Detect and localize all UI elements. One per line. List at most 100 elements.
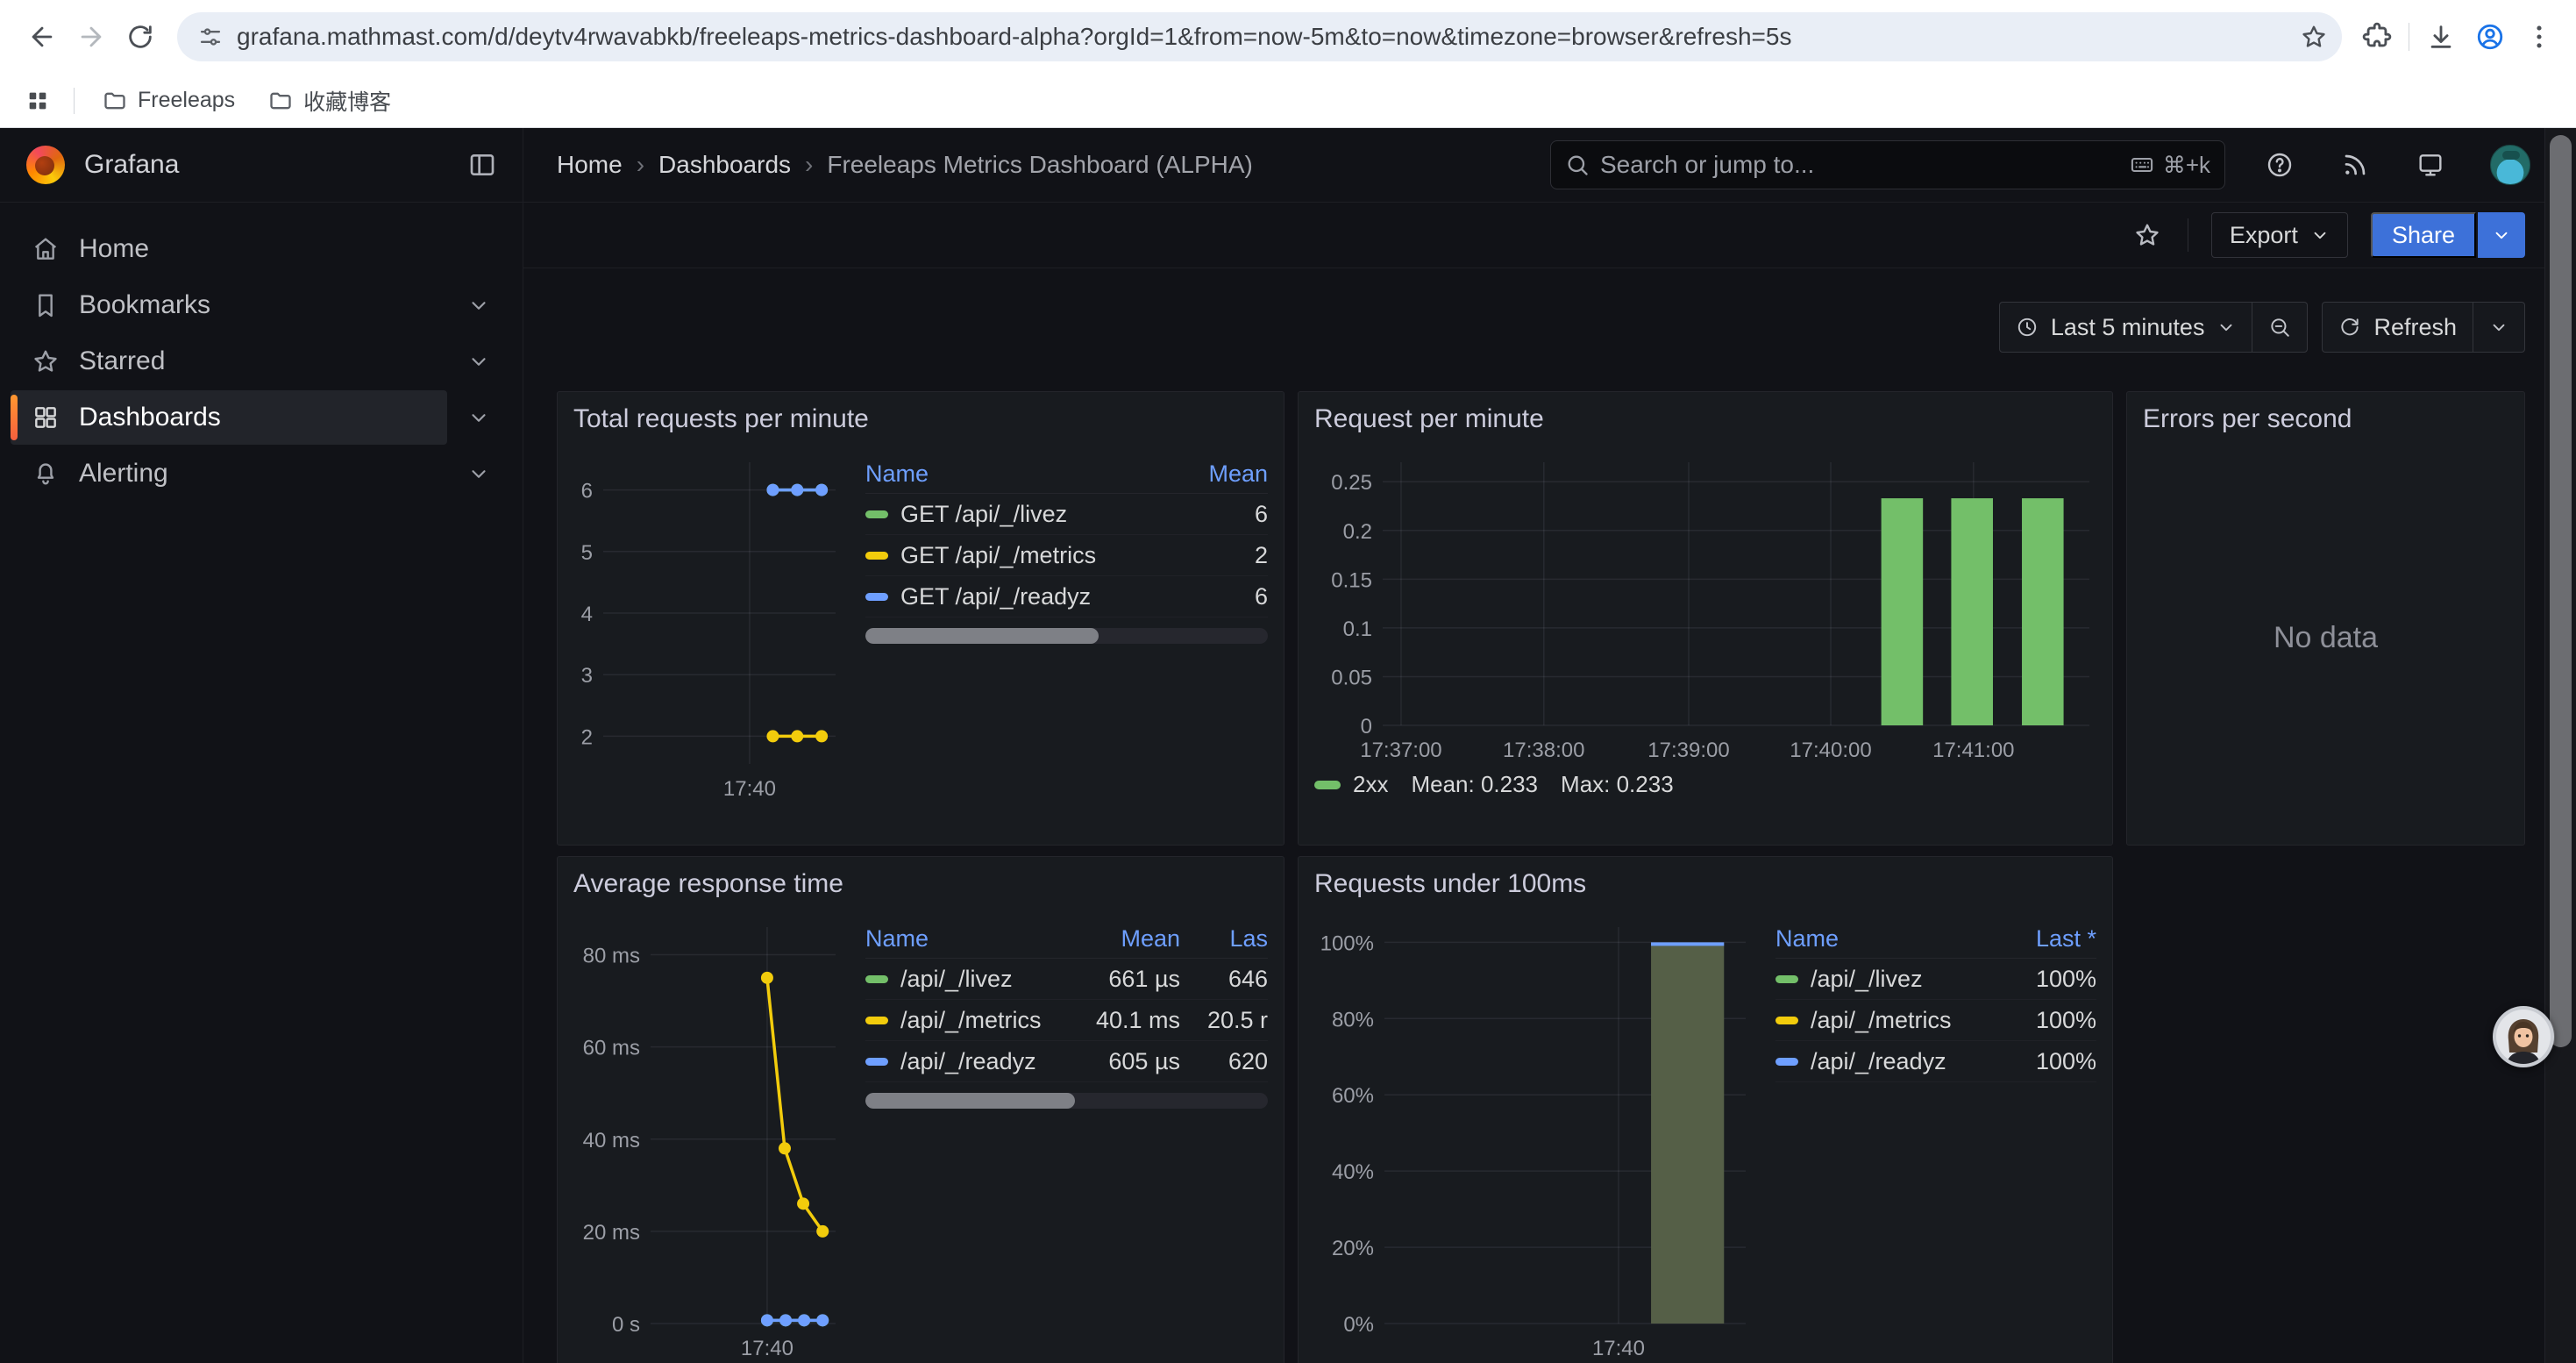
legend-column-header[interactable]: Name [1775,925,1987,953]
extensions-icon[interactable] [2352,12,2402,61]
legend-table-scrollbar[interactable] [865,628,1268,644]
help-icon[interactable] [2264,149,2295,181]
breadcrumb-dashboards[interactable]: Dashboards [658,151,791,179]
panel-title[interactable]: Request per minute [1314,404,2096,443]
legend-table-row: GET /api/_/readyz6 [865,576,1268,617]
page-scrollbar[interactable] [2544,128,2576,1363]
legend-column-header[interactable]: Last * [1987,925,2096,953]
series-value: 661 µs [1049,966,1180,993]
legend-column-header[interactable]: Las [1180,925,1268,953]
sidebar-item-bookmarks[interactable]: Bookmarks [11,278,447,332]
panel-average-response-time: Average response time 80 ms60 ms40 ms20 … [557,856,1284,1363]
legend-table: NameMeanLas/api/_/livez661 µs646/api/_/m… [865,920,1268,1363]
user-avatar[interactable] [2490,145,2530,185]
back-icon[interactable] [18,12,67,61]
assistant-avatar-button[interactable] [2492,1005,2555,1068]
series-name[interactable]: GET /api/_/metrics [865,542,1189,569]
series-value: 605 µs [1049,1048,1180,1075]
series-value: 6 [1189,583,1268,610]
expand-bookmarks-icon[interactable] [447,278,510,332]
time-range-picker[interactable]: Last 5 minutes [2000,303,2252,352]
browser-menu-icon[interactable] [2515,12,2564,61]
favorite-dashboard-icon[interactable] [2130,218,2165,253]
svg-text:17:40:00: 17:40:00 [1790,739,1871,762]
scrollbar-thumb[interactable] [2550,135,2572,1047]
address-bar[interactable]: grafana.mathmast.com/d/deytv4rwavabkb/fr… [177,12,2342,61]
expand-dashboards-icon[interactable] [447,390,510,445]
browser-toolbar: grafana.mathmast.com/d/deytv4rwavabkb/fr… [0,0,2576,74]
legend-item-2xx[interactable]: 2xx [1314,771,1388,798]
series-name[interactable]: /api/_/livez [865,966,1049,993]
monitor-icon[interactable] [2415,149,2446,181]
panel-total-requests-per-minute: Total requests per minute 6543217:40 Nam… [557,391,1284,846]
legend-column-header[interactable]: Mean [1049,925,1180,953]
svg-text:6: 6 [581,480,593,503]
zoom-out-time-icon[interactable] [2252,303,2307,352]
series-name[interactable]: /api/_/readyz [1775,1048,1987,1075]
panel-title[interactable]: Total requests per minute [573,404,1268,443]
legend-table-header: NameLast * [1775,920,2096,959]
downloads-icon[interactable] [2416,12,2466,61]
search-input[interactable]: Search or jump to... ⌘+k [1550,140,2225,189]
grafana-header-left: Grafana [0,128,523,202]
series-color-swatch [865,975,888,983]
sidebar-item-label: Home [79,234,149,264]
search-placeholder: Search or jump to... [1600,151,2130,179]
series-name[interactable]: /api/_/readyz [865,1048,1049,1075]
legend-table-header: NameMeanLas [865,920,1268,959]
expand-starred-icon[interactable] [447,334,510,389]
series-value: 100% [1987,1007,2096,1034]
sidebar-row-starred: Starred [11,334,510,389]
legend-column-header[interactable]: Name [865,460,1189,488]
sidebar-item-alerting[interactable]: Alerting [11,446,447,501]
refresh-button[interactable]: Refresh [2323,303,2473,352]
bookmark-folder-blogs[interactable]: 收藏博客 [256,80,403,122]
sidebar-item-dashboards[interactable]: Dashboards [11,390,447,445]
series-name[interactable]: /api/_/metrics [865,1007,1049,1034]
svg-text:5: 5 [581,541,593,565]
refresh-interval-icon[interactable] [2473,303,2524,352]
svg-text:0.25: 0.25 [1331,471,1372,495]
news-rss-icon[interactable] [2339,149,2371,181]
grafana-logo-icon[interactable] [26,146,65,184]
reload-icon[interactable] [116,12,165,61]
panel-requests-under-100ms: Requests under 100ms 100%80%60%40%20%0%1… [1298,856,2113,1363]
apps-grid-icon[interactable] [18,81,58,121]
site-settings-icon[interactable] [193,19,228,54]
product-name: Grafana [84,150,179,180]
profile-icon[interactable] [2466,12,2515,61]
series-name[interactable]: /api/_/metrics [1775,1007,1987,1034]
forward-icon[interactable] [67,12,116,61]
legend-table-row: GET /api/_/metrics2 [865,535,1268,576]
url-text[interactable]: grafana.mathmast.com/d/deytv4rwavabkb/fr… [237,23,2295,51]
bookmark-star-icon[interactable] [2295,18,2333,56]
series-name[interactable]: GET /api/_/livez [865,501,1189,528]
share-menu-icon[interactable] [2478,212,2525,258]
legend-table-row: /api/_/readyz100% [1775,1041,2096,1082]
legend-table-scrollbar[interactable] [865,1093,1268,1109]
bookmark-folder-freeleaps[interactable]: Freeleaps [90,82,247,118]
legend-column-header[interactable]: Name [865,925,1049,953]
series-name[interactable]: GET /api/_/readyz [865,583,1189,610]
panel-title[interactable]: Average response time [573,869,1268,908]
breadcrumb-home[interactable]: Home [557,151,623,179]
share-button[interactable]: Share [2371,212,2476,258]
folder-icon [268,89,293,113]
series-name[interactable]: /api/_/livez [1775,966,1987,993]
panel-title[interactable]: Requests under 100ms [1314,869,2096,908]
export-button[interactable]: Export [2211,212,2348,258]
svg-text:20 ms: 20 ms [583,1221,640,1245]
series-value: 40.1 ms [1049,1007,1180,1034]
panel-title[interactable]: Errors per second [2143,404,2508,443]
search-icon [1565,153,1590,177]
dock-menu-icon[interactable] [463,146,502,184]
timeseries-chart: 6543217:40 [573,443,843,804]
series-value: 2 [1189,542,1268,569]
legend-table-header: NameMean [865,455,1268,494]
legend-column-header[interactable]: Mean [1189,460,1268,488]
expand-alerting-icon[interactable] [447,446,510,501]
svg-text:0.05: 0.05 [1331,666,1372,689]
sidebar-item-starred[interactable]: Starred [11,334,447,389]
sidebar-item-home[interactable]: Home [11,222,510,276]
bookmark-label: Freeleaps [138,88,235,113]
